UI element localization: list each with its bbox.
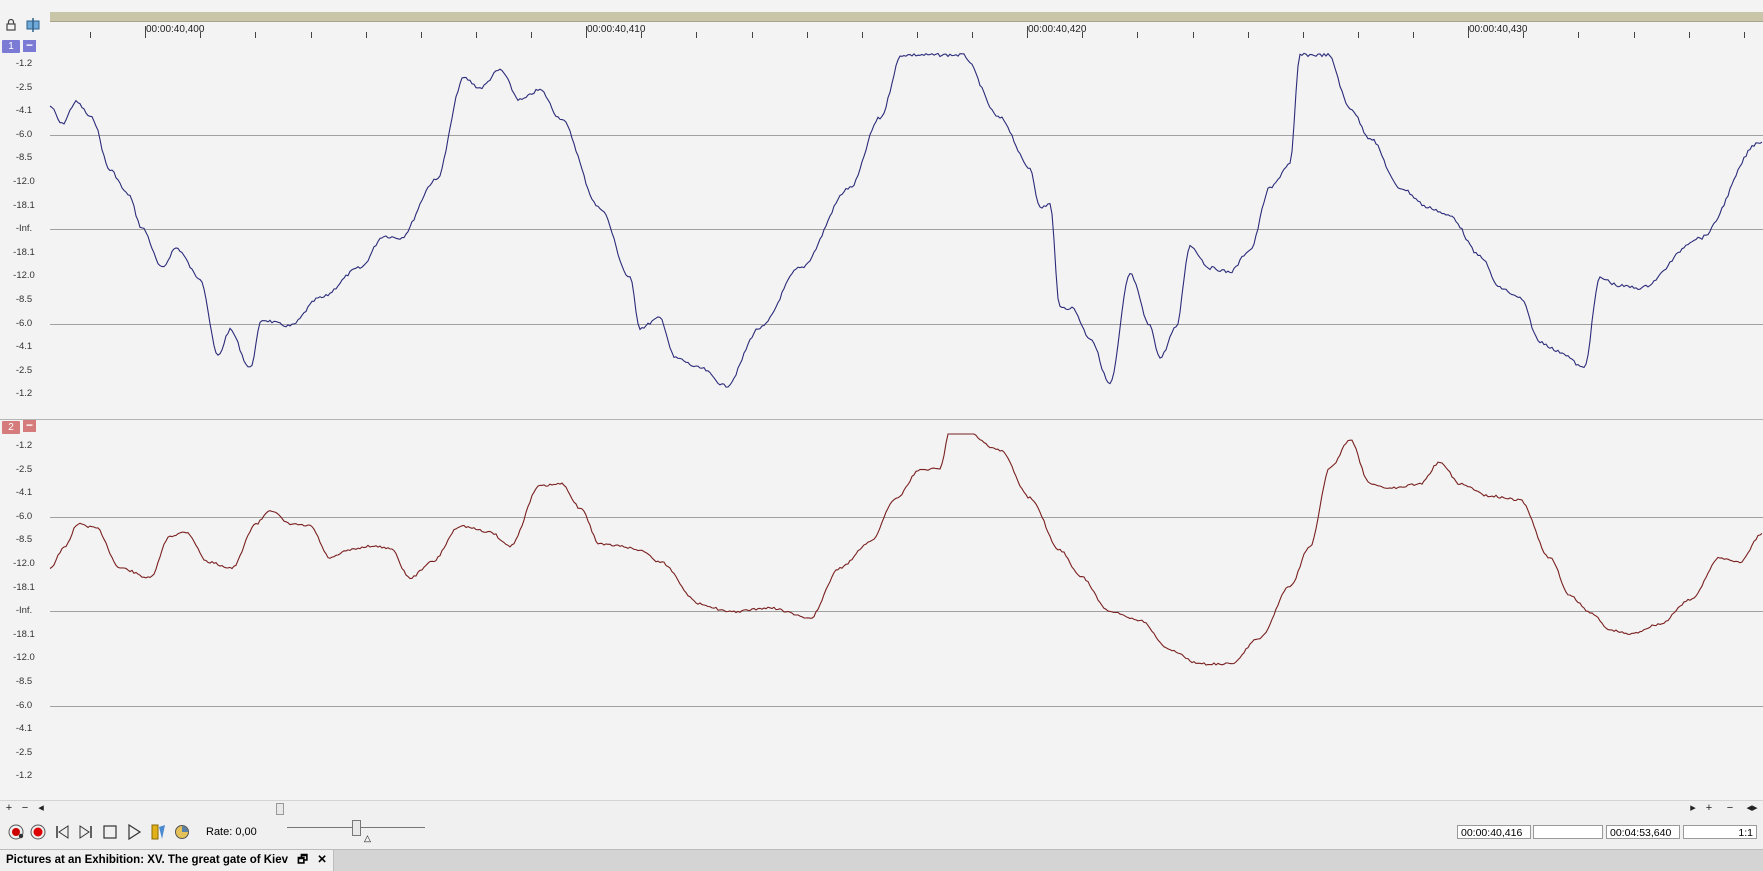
db-scale-label: -1.2 — [15, 770, 33, 782]
loop-playback-icon[interactable] — [148, 823, 168, 841]
db-scale-label: -1.2 — [15, 58, 33, 69]
db-scale-label: -6.0 — [15, 128, 33, 140]
db-scale-label: -4.1 — [15, 487, 33, 499]
scroll-left-button[interactable]: ◂ — [34, 801, 48, 816]
ruler-time-label: 00:00:40,410 — [587, 24, 646, 35]
waveform-canvas[interactable] — [0, 38, 1763, 800]
rate-label: Rate: 0,00 — [206, 826, 257, 838]
db-scale-label: -18.1 — [13, 246, 35, 258]
restore-window-icon[interactable]: 🗗 — [297, 850, 308, 871]
rate-slider-thumb[interactable] — [352, 820, 361, 836]
ruler-time-label: 00:00:40,430 — [1469, 24, 1528, 35]
db-scale-label: -8.5 — [15, 534, 33, 546]
cursor-position-field[interactable]: 00:00:40,416 — [1457, 825, 1531, 839]
document-tab[interactable]: Pictures at an Exhibition: XV. The great… — [0, 850, 334, 871]
db-scale-label: -18.1 — [13, 628, 35, 640]
length-field[interactable]: 00:04:53,640 — [1606, 825, 1680, 839]
db-scale-label: -12.0 — [13, 558, 35, 569]
vertical-zoom-out-button[interactable]: − — [1723, 801, 1737, 816]
go-to-start-icon[interactable] — [52, 823, 72, 841]
time-ruler[interactable]: 00:00:40,400 00:00:40,410 00:00:40,420 0… — [0, 0, 1763, 39]
zoom-level-field[interactable]: 1:1 — [1683, 825, 1757, 839]
db-scale-label: -2.5 — [15, 463, 33, 475]
lock-icon[interactable] — [4, 18, 18, 32]
db-scale-label: -12.0 — [13, 176, 35, 187]
db-scale-label: -Inf. — [15, 605, 33, 617]
db-scale-label: -1.2 — [15, 440, 33, 451]
db-scale-label: -12.0 — [13, 270, 35, 282]
channel-1-waveform[interactable] — [49, 52, 1763, 388]
snap-to-grid-icon[interactable] — [26, 18, 40, 32]
stop-icon[interactable] — [100, 823, 120, 841]
db-scale-label: -2.5 — [15, 746, 33, 758]
ruler-time-label: 00:00:40,420 — [1028, 24, 1087, 35]
scroll-right-button[interactable]: ▸ — [1686, 801, 1700, 816]
record-arm-icon[interactable] — [6, 823, 26, 841]
channel-2-waveform[interactable] — [49, 433, 1763, 666]
zoom-out-button[interactable]: − — [18, 801, 32, 816]
db-scale-label: -18.1 — [13, 199, 35, 211]
channel-2-minimize-icon[interactable]: − — [23, 419, 36, 432]
db-scale-label: -6.0 — [15, 317, 33, 329]
db-scale-label: -8.5 — [15, 294, 33, 305]
overview-bar[interactable] — [50, 12, 1763, 22]
transport-bar: Rate: 0,00 △ 00:00:40,416 00:04:53,640 1… — [0, 815, 1763, 849]
record-icon[interactable] — [28, 823, 48, 841]
document-tab-bar: Pictures at an Exhibition: XV. The great… — [0, 849, 1763, 871]
channel-1-badge[interactable]: 1 — [2, 40, 20, 53]
ruler-header — [0, 12, 50, 38]
db-scale-label: -18.1 — [13, 581, 35, 593]
db-scale-label: -6.0 — [15, 510, 33, 522]
horizontal-scrollbar[interactable]: + − ◂ ▸ + − ◂▸ — [0, 800, 1763, 816]
scrollbar-thumb[interactable] — [276, 803, 284, 815]
db-scale-label: -12.0 — [13, 652, 35, 664]
db-scale-label: -4.1 — [15, 105, 33, 117]
db-scale-label: -8.5 — [15, 676, 33, 687]
db-scale-label: -4.1 — [15, 723, 33, 735]
db-scale-label: -1.2 — [15, 388, 33, 400]
db-scale-label: -2.5 — [15, 81, 33, 93]
db-scale-label: -Inf. — [15, 223, 33, 235]
db-scale-label: -6.0 — [15, 699, 33, 711]
ruler-time-label: 00:00:40,400 — [146, 24, 205, 35]
channel-1-minimize-icon[interactable]: − — [23, 39, 36, 52]
play-icon[interactable] — [124, 823, 144, 841]
vertical-zoom-in-button[interactable]: + — [1702, 801, 1716, 816]
document-title: Pictures at an Exhibition: XV. The great… — [6, 854, 289, 866]
scrub-icon[interactable] — [172, 823, 192, 841]
go-to-end-icon[interactable] — [76, 823, 96, 841]
db-scale-label: -2.5 — [15, 364, 33, 376]
rate-center-marker-icon: △ — [364, 833, 371, 843]
db-scale-label: -8.5 — [15, 152, 33, 164]
fit-zoom-button[interactable]: ◂▸ — [1742, 801, 1762, 816]
channel-2-badge[interactable]: 2 — [2, 421, 20, 434]
db-scale-label: -4.1 — [15, 341, 33, 353]
zoom-in-button[interactable]: + — [2, 801, 16, 816]
selection-field[interactable] — [1533, 825, 1603, 839]
waveform-area[interactable]: 1 − -1.2 -2.5 -4.1 -6.0 -8.5 -12.0 -18.1 -Inf. -… — [0, 38, 1763, 800]
close-icon[interactable]: ✕ — [317, 850, 327, 871]
